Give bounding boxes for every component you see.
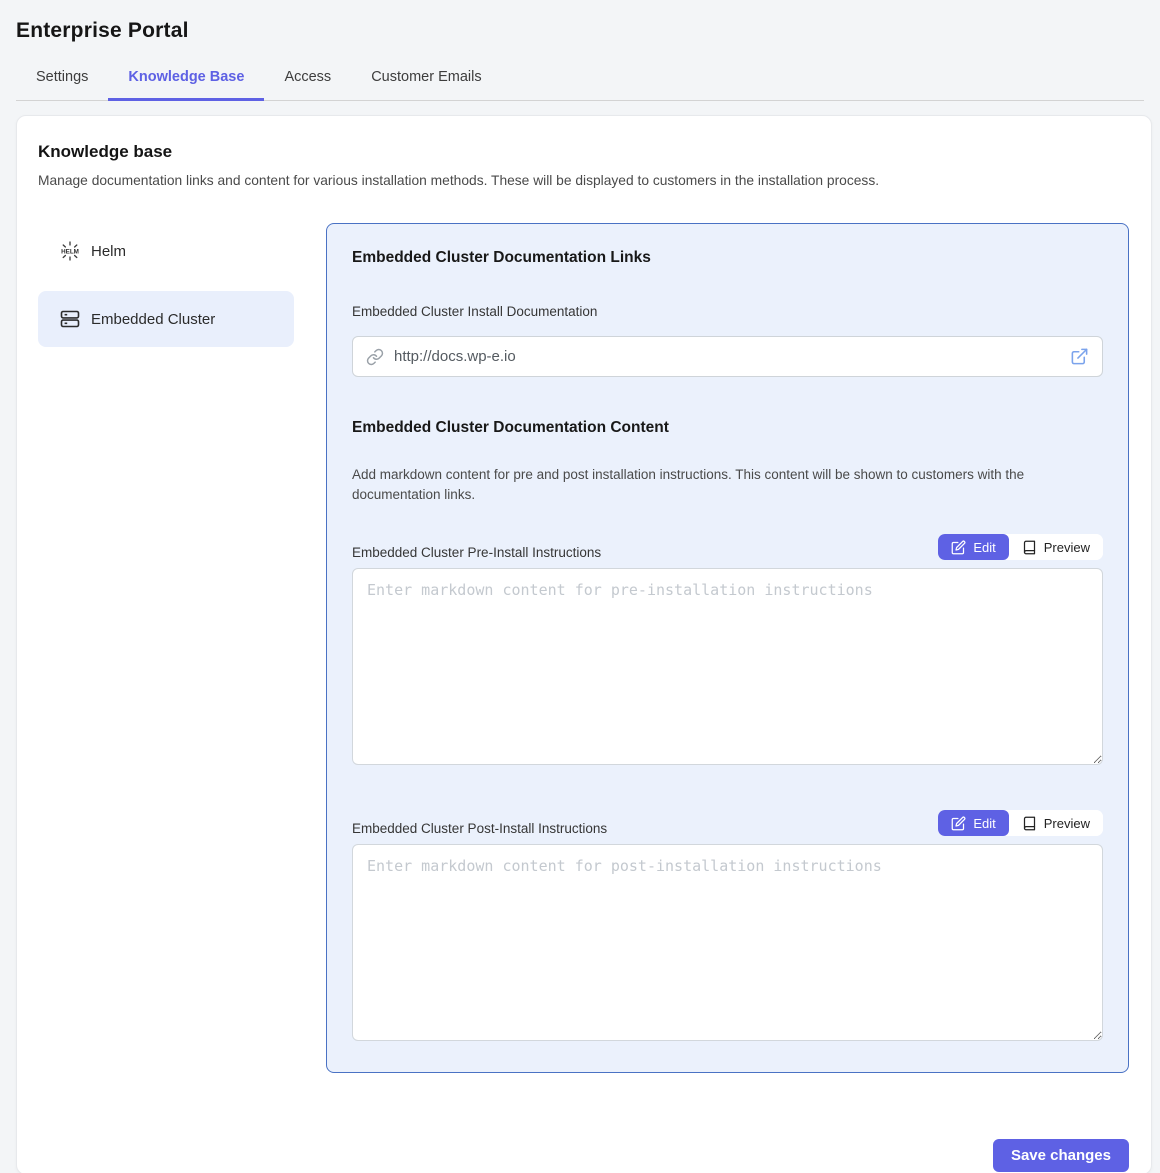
footer-actions: Save changes (38, 1139, 1129, 1172)
page-title: Enterprise Portal (16, 19, 1144, 43)
helm-icon: HELM (58, 239, 82, 263)
post-install-mode-toggle: Edit Preview (938, 810, 1103, 836)
install-doc-label: Embedded Cluster Install Documentation (352, 304, 1103, 319)
pre-install-textarea[interactable] (352, 568, 1103, 765)
tab-access[interactable]: Access (264, 59, 351, 101)
edit-pencil-icon (951, 540, 966, 555)
book-icon (1022, 816, 1037, 831)
server-stack-icon (58, 307, 82, 331)
post-install-textarea[interactable] (352, 844, 1103, 1041)
install-doc-input[interactable] (394, 348, 1060, 365)
svg-text:HELM: HELM (61, 248, 79, 255)
post-install-label: Embedded Cluster Post-Install Instructio… (352, 821, 607, 836)
post-install-preview-button[interactable]: Preview (1009, 810, 1103, 836)
nav-item-embedded-cluster[interactable]: Embedded Cluster (38, 291, 294, 347)
embedded-cluster-panel: Embedded Cluster Documentation Links Emb… (326, 223, 1129, 1073)
preview-button-label: Preview (1044, 540, 1090, 555)
nav-item-label: Helm (91, 243, 126, 260)
pre-install-label-row: Embedded Cluster Pre-Install Instruction… (352, 534, 1103, 560)
pre-install-mode-toggle: Edit Preview (938, 534, 1103, 560)
app-header: Enterprise Portal (0, 0, 1160, 43)
post-install-edit-button[interactable]: Edit (938, 810, 1008, 836)
tab-bar: Settings Knowledge Base Access Customer … (16, 59, 1144, 101)
tab-customer-emails[interactable]: Customer Emails (351, 59, 501, 101)
edit-button-label: Edit (973, 540, 995, 555)
knowledge-base-card: Knowledge base Manage documentation link… (16, 115, 1152, 1173)
install-method-nav: HELM Helm Embedded Cluster (38, 223, 294, 347)
edit-pencil-icon (951, 816, 966, 831)
card-description: Manage documentation links and content f… (38, 173, 1129, 188)
save-changes-button[interactable]: Save changes (993, 1139, 1129, 1172)
book-icon (1022, 540, 1037, 555)
edit-button-label: Edit (973, 816, 995, 831)
post-install-label-row: Embedded Cluster Post-Install Instructio… (352, 810, 1103, 836)
nav-item-helm[interactable]: HELM Helm (38, 223, 294, 279)
links-section-title: Embedded Cluster Documentation Links (352, 249, 1103, 267)
tab-knowledge-base[interactable]: Knowledge Base (108, 59, 264, 101)
content-section-title: Embedded Cluster Documentation Content (352, 419, 1103, 437)
install-doc-input-wrap (352, 336, 1103, 377)
pre-install-preview-button[interactable]: Preview (1009, 534, 1103, 560)
tab-settings[interactable]: Settings (16, 59, 108, 101)
external-link-icon[interactable] (1070, 347, 1089, 366)
link-icon (366, 348, 384, 366)
preview-button-label: Preview (1044, 816, 1090, 831)
nav-item-label: Embedded Cluster (91, 311, 215, 328)
pre-install-edit-button[interactable]: Edit (938, 534, 1008, 560)
pre-install-label: Embedded Cluster Pre-Install Instruction… (352, 545, 601, 560)
content-row: HELM Helm Embedded Cluster Embedde (38, 223, 1129, 1073)
card-title: Knowledge base (38, 142, 1129, 162)
content-section-description: Add markdown content for pre and post in… (352, 465, 1103, 505)
